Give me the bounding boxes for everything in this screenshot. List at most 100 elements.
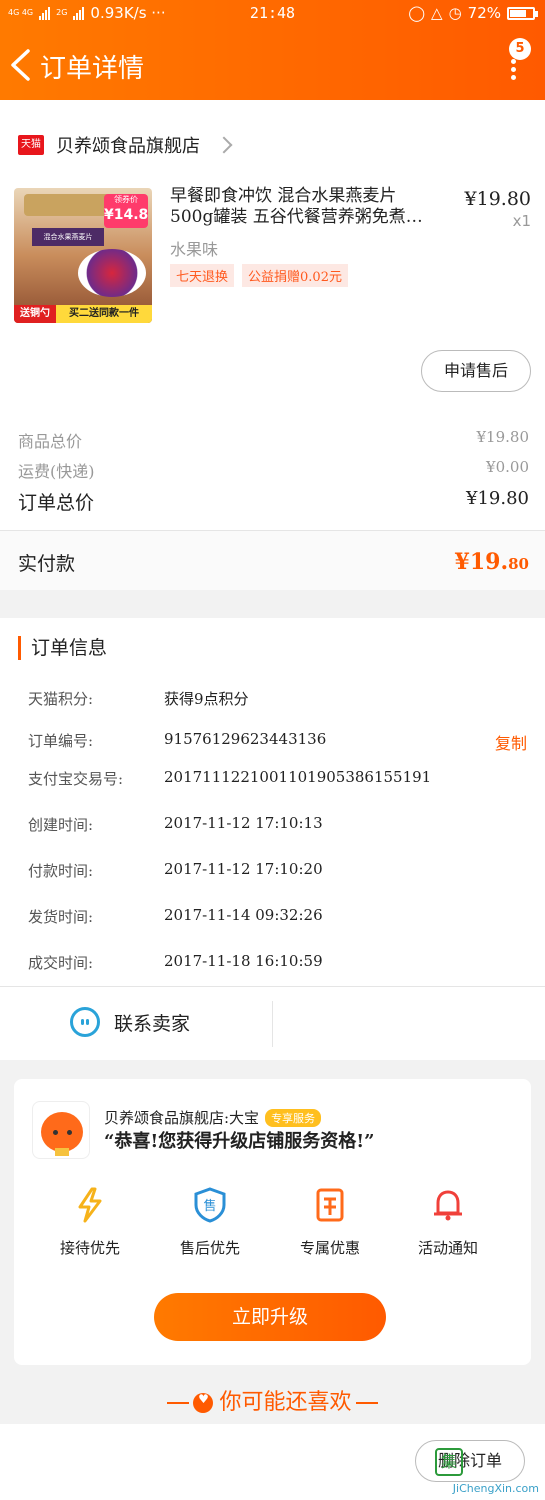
top-header: 4G 4G 2G 0.93K/s ··· 21:48 ◯ △ ◷ 72% 订单详…	[0, 0, 545, 100]
product-price: ¥19.80	[464, 188, 531, 210]
member-message: “恭喜!您获得升级店铺服务资格!”	[104, 1131, 375, 1152]
order-total-row: 订单总价 ¥19.80	[18, 488, 529, 515]
decor-line	[355, 1402, 378, 1404]
copy-button[interactable]: 复制	[495, 730, 527, 754]
info-key: 发货时间:	[28, 908, 94, 926]
info-value: 2017-11-18 16:10:59	[164, 952, 323, 970]
tag-return: 七天退换	[170, 264, 235, 287]
product-tags: 七天退换 公益捐赠0.02元	[170, 264, 348, 287]
product-title[interactable]: 早餐即食冲饮 混合水果燕麦片 500g罐装 五谷代餐营养粥免煮…	[170, 186, 456, 228]
order-info-card: 订单信息 天猫积分: 获得9点积分 订单编号: 9157612962344313…	[0, 618, 545, 1060]
product-image[interactable]: 混合水果燕麦片 领券价 ¥14.8 送铜勺 买二送同款一件	[14, 188, 152, 323]
contact-row: 联系卖家	[0, 986, 545, 1060]
goods-total-row: 商品总价 ¥19.80	[18, 428, 529, 452]
info-row-created: 创建时间: 2017-11-12 17:10:13	[28, 814, 527, 836]
chevron-right-icon	[215, 136, 233, 154]
headphone-icon: ◯	[408, 4, 426, 22]
info-key: 天猫积分:	[28, 690, 94, 708]
promo-banner-left: 送铜勺	[14, 305, 56, 323]
perk-label: 售后优先	[179, 1239, 240, 1257]
product-card: 天猫 贝养颂食品旗舰店 混合水果燕麦片 领券价 ¥14.8 送铜勺 买二送同款一…	[0, 100, 545, 590]
info-key: 付款时间:	[28, 862, 94, 880]
recommend-title: 你可能还喜欢	[219, 1390, 352, 1415]
mascot-bow	[55, 1148, 69, 1156]
info-row-order-no: 订单编号: 91576129623443136 复制	[28, 730, 527, 754]
status-right: ◯ △ ◷ 72%	[408, 4, 538, 22]
promo-banner-right: 买二送同款一件	[56, 305, 152, 323]
decor-line	[167, 1402, 190, 1404]
paid-value: ¥19.80	[455, 549, 529, 575]
info-row-alipay-no: 支付宝交易号: 2017111221001101905386155191	[28, 768, 527, 790]
info-value: 2017-11-14 09:32:26	[164, 906, 323, 924]
order-total-value: ¥19.80	[466, 488, 529, 509]
mascot-eye	[53, 1130, 58, 1135]
mute-icon: △	[431, 4, 443, 22]
member-store-line: 贝养颂食品旗舰店:大宝 专享服务	[104, 1107, 322, 1128]
fruit-bowl-image	[78, 249, 146, 297]
membership-card: 贝养颂食品旗舰店:大宝 专享服务 “恭喜!您获得升级店铺服务资格!” 接待优先 …	[14, 1079, 531, 1365]
paid-value-main: ¥19.	[454, 549, 509, 575]
page-title: 订单详情	[40, 54, 145, 84]
store-name: 贝养颂食品旗舰店	[56, 136, 200, 157]
contact-seller-label: 联系卖家	[114, 1012, 191, 1035]
nav-bar: 订单详情 5	[0, 30, 545, 98]
chat-icon	[70, 1007, 100, 1037]
product-qty: x1	[512, 212, 531, 230]
lightning-icon	[78, 1187, 102, 1223]
jar-label: 混合水果燕麦片	[32, 228, 104, 246]
shipping-label: 运费(快递)	[18, 462, 95, 481]
after-sale-glyph: 售	[203, 1198, 216, 1214]
promo-banner: 送铜勺 买二送同款一件	[14, 305, 152, 323]
mascot-eye	[67, 1130, 72, 1135]
coupon-tag-label: 领券价	[114, 195, 138, 204]
info-key: 支付宝交易号:	[28, 770, 124, 788]
divider	[272, 1001, 273, 1047]
paid-value-cents: 80	[508, 555, 529, 573]
paid-amount-bar: 实付款 ¥19.80	[0, 530, 545, 590]
mascot-face	[41, 1112, 83, 1152]
shipping-row: 运费(快递) ¥0.00	[18, 458, 529, 482]
perk-reception[interactable]: 接待优先	[40, 1187, 140, 1258]
heart-icon	[193, 1392, 214, 1413]
ticket-icon	[316, 1188, 344, 1222]
bell-icon	[434, 1190, 462, 1221]
status-bar: 4G 4G 2G 0.93K/s ··· 21:48 ◯ △ ◷ 72%	[0, 0, 545, 28]
battery-fill	[510, 9, 526, 17]
info-row-points: 天猫积分: 获得9点积分	[28, 688, 527, 710]
upgrade-button[interactable]: 立即升级	[154, 1293, 386, 1341]
order-total-label: 订单总价	[18, 492, 95, 514]
watermark: 集 JiChengXin.com	[427, 1442, 539, 1498]
info-value: 2017-11-12 17:10:20	[164, 860, 323, 878]
paid-label: 实付款	[18, 553, 76, 575]
bottom-action-bar: 删除订单 集 JiChengXin.com	[0, 1424, 545, 1500]
info-row-completed: 成交时间: 2017-11-18 16:10:59	[28, 952, 527, 974]
notification-badge: 5	[509, 38, 531, 60]
battery-percent: 72%	[467, 4, 501, 22]
info-value: 2017111221001101905386155191	[164, 768, 432, 786]
perk-notify[interactable]: 活动通知	[398, 1187, 498, 1258]
perk-discount[interactable]: 专属优惠	[280, 1187, 380, 1258]
tag-charity: 公益捐赠0.02元	[242, 264, 348, 287]
after-sale-button[interactable]: 申请售后	[421, 350, 531, 392]
product-title-line2: 500g罐装 五谷代餐营养粥免煮…	[170, 207, 423, 227]
info-key: 创建时间:	[28, 816, 94, 834]
perk-after-sale[interactable]: 售 售后优先	[160, 1187, 260, 1258]
perk-label: 专属优惠	[299, 1239, 360, 1257]
recommend-header: 你可能还喜欢	[0, 1384, 545, 1422]
watermark-text: JiChengXin.com	[452, 1482, 539, 1495]
info-row-paid: 付款时间: 2017-11-12 17:10:20	[28, 860, 527, 882]
info-value: 91576129623443136	[164, 730, 327, 748]
product-variant: 水果味	[170, 240, 219, 259]
perk-label: 活动通知	[417, 1239, 478, 1257]
store-row[interactable]: 天猫 贝养颂食品旗舰店	[18, 130, 233, 160]
product-title-line1: 早餐即食冲饮 混合水果燕麦片	[170, 186, 397, 206]
coupon-tag: 领券价 ¥14.8	[104, 194, 148, 228]
back-arrow-icon[interactable]	[8, 48, 34, 82]
coupon-tag-price: ¥14.8	[104, 207, 149, 223]
shipping-value: ¥0.00	[486, 458, 529, 476]
info-row-shipped: 发货时间: 2017-11-14 09:32:26	[28, 906, 527, 928]
goods-total-value: ¥19.80	[476, 428, 530, 446]
alarm-icon: ◷	[448, 4, 462, 22]
watermark-logo: 集	[435, 1448, 463, 1476]
contact-seller-button[interactable]: 联系卖家	[70, 1007, 190, 1037]
